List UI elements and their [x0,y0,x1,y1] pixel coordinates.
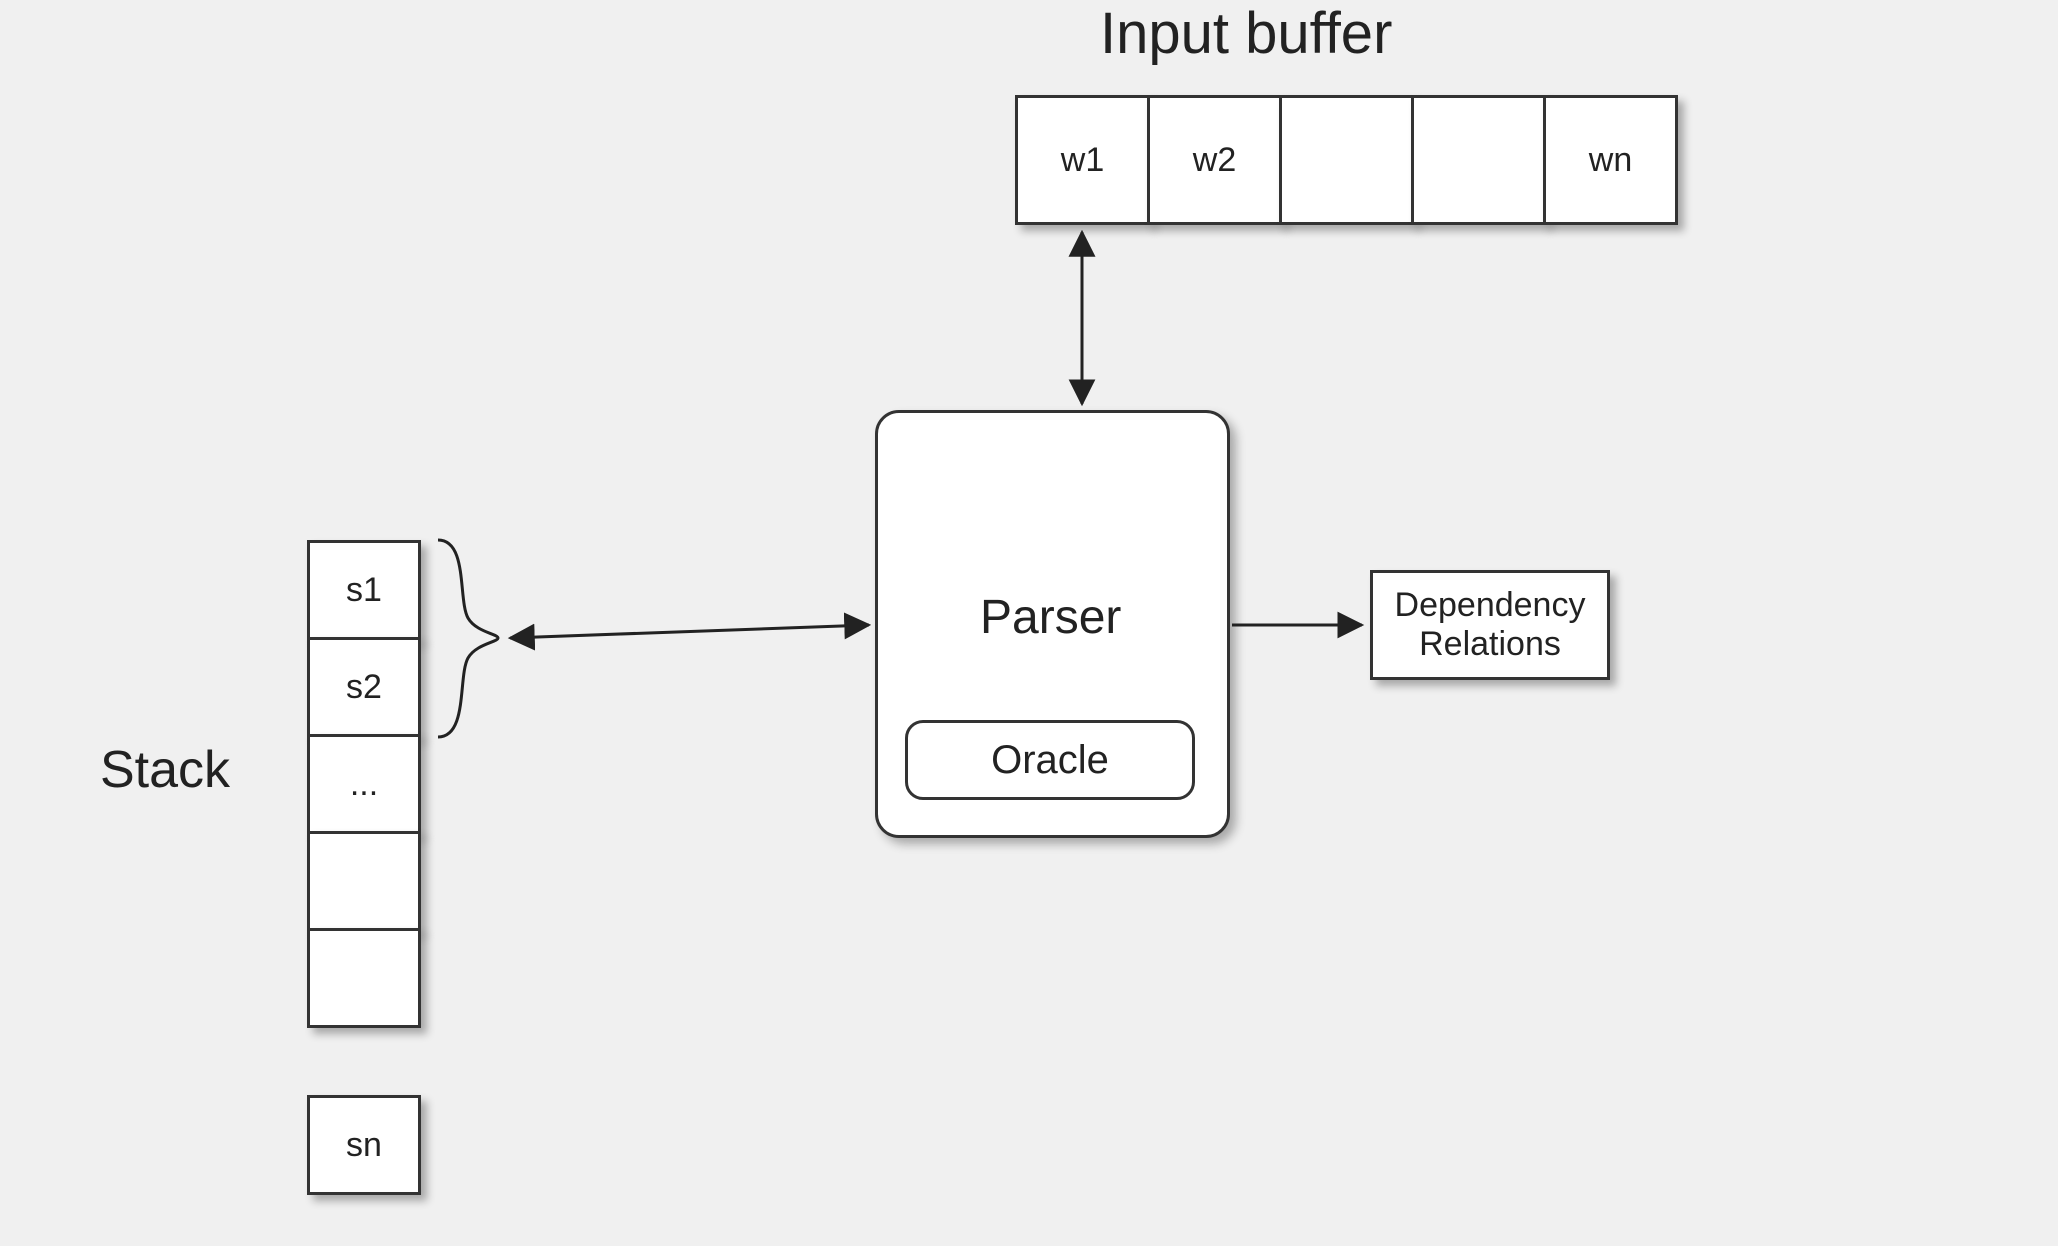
input-buffer-title: Input buffer [1100,0,1392,67]
buffer-cell: w2 [1147,95,1282,225]
stack-cell: sn [307,1095,421,1195]
dep-line2: Relations [1419,625,1561,664]
buffer-cell: w1 [1015,95,1150,225]
dependency-relations-box: Dependency Relations [1370,570,1610,680]
buffer-cell: wn [1543,95,1678,225]
oracle-box: Oracle [905,720,1195,800]
stack-cell [307,831,421,931]
stack-cell: ... [307,734,421,834]
stack-cell [307,928,421,1028]
buffer-cell [1411,95,1546,225]
buffer-cell [1279,95,1414,225]
dep-line1: Dependency [1395,586,1586,625]
stack-title: Stack [100,740,230,800]
parser-label: Parser [980,590,1121,645]
stack-cell: s1 [307,540,421,640]
stack-cell: s2 [307,637,421,737]
